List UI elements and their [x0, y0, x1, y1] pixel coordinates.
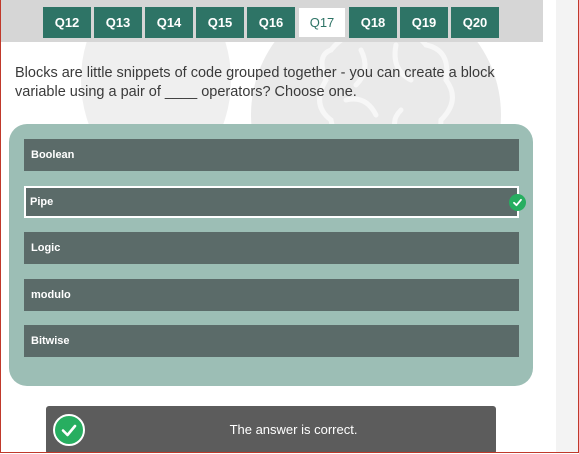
question-tab-bar: Q12 Q13 Q14 Q15 Q16 Q17 Q18 Q19 Q20 — [1, 0, 543, 42]
tab-q15[interactable]: Q15 — [196, 7, 244, 38]
answer-option[interactable]: Pipe — [24, 186, 526, 218]
question-text: Blocks are little snippets of code group… — [15, 65, 495, 100]
tab-q17[interactable]: Q17 — [298, 7, 346, 38]
selected-check-icon — [509, 194, 526, 211]
options-panel: Boolean Pipe Logic modulo Bitwise — [9, 124, 533, 386]
tab-q16[interactable]: Q16 — [247, 7, 295, 38]
tab-q18[interactable]: Q18 — [349, 7, 397, 38]
feedback-banner: The answer is correct. — [46, 406, 496, 452]
tab-q12[interactable]: Q12 — [43, 7, 91, 38]
answer-option[interactable]: Boolean — [24, 139, 519, 171]
quiz-frame: Q12 Q13 Q14 Q15 Q16 Q17 Q18 Q19 Q20 Blocks are l… — [0, 0, 579, 453]
right-gutter — [556, 0, 578, 452]
feedback-text: The answer is correct. — [229, 422, 358, 437]
answer-option[interactable]: Bitwise — [24, 325, 519, 357]
tab-q19[interactable]: Q19 — [400, 7, 448, 38]
answer-option[interactable]: Logic — [24, 232, 519, 264]
answer-option-label: Pipe — [30, 196, 54, 208]
tab-q14[interactable]: Q14 — [145, 7, 193, 38]
tab-q20[interactable]: Q20 — [451, 7, 499, 38]
answer-option-label: modulo — [31, 289, 71, 301]
answer-option-label: Logic — [31, 242, 61, 254]
tab-q13[interactable]: Q13 — [94, 7, 142, 38]
answer-option-label: Boolean — [31, 149, 75, 161]
answer-option-label: Bitwise — [31, 335, 70, 347]
answer-option[interactable]: modulo — [24, 279, 519, 311]
